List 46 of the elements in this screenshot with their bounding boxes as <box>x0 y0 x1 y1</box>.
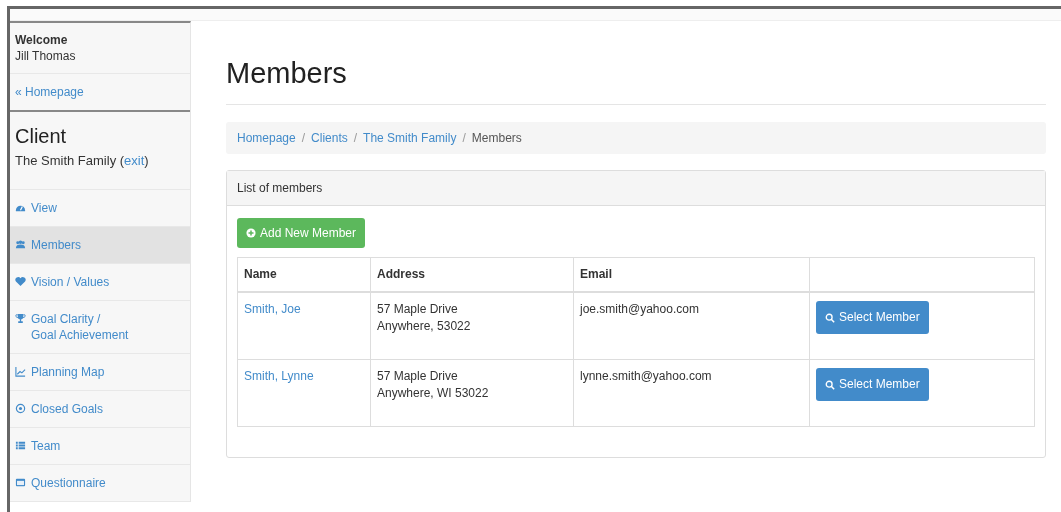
exit-link[interactable]: exit <box>124 153 145 168</box>
sidebar-item[interactable]: Closed Goals <box>10 391 190 428</box>
sidebar-item[interactable]: Members <box>10 227 190 264</box>
section-title: Client <box>15 128 68 144</box>
window-icon <box>15 477 26 488</box>
list-icon <box>15 440 26 451</box>
breadcrumb-current: Members <box>471 131 522 145</box>
search-icon <box>825 312 835 323</box>
column-header: Name <box>237 257 371 292</box>
user-name: Jill Thomas <box>15 48 77 64</box>
member-name-link[interactable]: Smith, Joe <box>244 302 301 316</box>
sidebar-item[interactable]: Planning Map <box>10 354 190 391</box>
sidebar-item[interactable]: Goal Clarity / Goal Achievement <box>10 301 190 354</box>
page-title: Members <box>226 21 1046 105</box>
column-header: Email <box>573 257 810 292</box>
email-text: lynne.smith@yahoo.com <box>580 369 712 383</box>
welcome-label: Welcome <box>15 32 69 48</box>
breadcrumb-separator: / <box>353 131 358 145</box>
breadcrumb-link[interactable]: Homepage <box>237 131 296 145</box>
heart-icon <box>15 276 26 287</box>
chart-icon <box>15 366 26 377</box>
member-name-link[interactable]: Smith, Lynne <box>244 369 314 383</box>
select-member-button[interactable]: Select Member <box>816 368 929 401</box>
parenthesis: ) <box>144 153 149 168</box>
search-icon <box>825 379 835 390</box>
homepage-link[interactable]: « Homepage <box>15 85 84 99</box>
column-header: Address <box>370 257 574 292</box>
plus-circle-icon <box>246 228 256 238</box>
address-text: 57 Maple Drive Anywhere, WI 53022 <box>377 368 490 402</box>
target-icon <box>15 403 26 414</box>
parenthesis: ( <box>119 153 125 168</box>
sidebar-item[interactable]: Questionnaire <box>10 465 190 502</box>
sidebar-item[interactable]: Team <box>10 428 190 465</box>
sidebar-item[interactable]: Vision / Values <box>10 264 190 301</box>
address-text: 57 Maple Drive Anywhere, 53022 <box>377 301 472 335</box>
breadcrumb-link[interactable]: Clients <box>311 131 348 145</box>
select-member-button[interactable]: Select Member <box>816 301 929 334</box>
people-icon <box>15 239 26 250</box>
client-name: The Smith Family <box>15 153 117 168</box>
trophy-icon <box>15 313 26 324</box>
email-text: joe.smith@yahoo.com <box>580 302 699 316</box>
panel-title: List of members <box>237 181 323 195</box>
add-member-button[interactable]: Add New Member <box>237 218 366 248</box>
breadcrumb-separator: / <box>301 131 306 145</box>
breadcrumb-link[interactable]: The Smith Family <box>363 131 457 145</box>
breadcrumb-separator: / <box>462 131 466 145</box>
